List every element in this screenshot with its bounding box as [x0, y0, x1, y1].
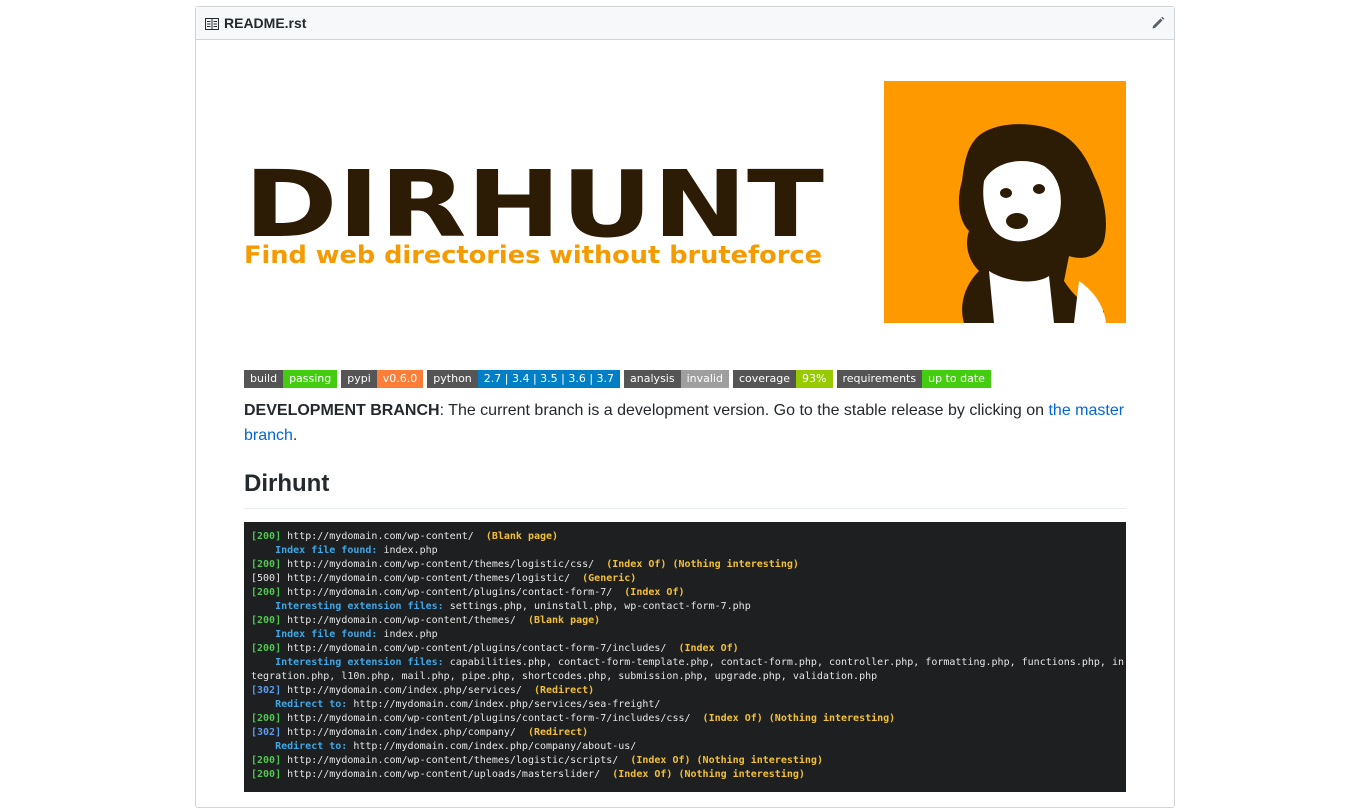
badge-pypi[interactable]: pypi v0.6.0	[341, 370, 424, 388]
terminal-line: tegration.php, l10n.php, mail.php, pipe.…	[251, 670, 1126, 684]
dev-branch-end: .	[292, 427, 298, 444]
section-heading: Dirhunt	[244, 469, 1126, 509]
terminal-segment: Index file found:	[251, 545, 384, 556]
terminal-line: [302] http://mydomain.com/index.php/serv…	[251, 684, 1126, 698]
badge-analysis[interactable]: analysis invalid	[624, 370, 729, 388]
terminal-segment: [200]	[251, 755, 282, 766]
terminal-line: Redirect to: http://mydomain.com/index.p…	[251, 740, 1126, 754]
terminal-line: [200] http://mydomain.com/wp-content/upl…	[251, 768, 1126, 782]
terminal-segment: http://mydomain.com/index.php/company/	[281, 727, 528, 738]
book-icon	[205, 17, 219, 30]
terminal-line: [200] http://mydomain.com/wp-content/plu…	[251, 642, 1126, 656]
terminal-segment: (Index Of) (Nothing interesting)	[612, 769, 805, 780]
terminal-segment: capabilities.php, contact-form-template.…	[449, 657, 1124, 668]
terminal-segment: settings.php, uninstall.php, wp-contact-…	[449, 601, 751, 612]
terminal-segment: [200]	[251, 769, 282, 780]
terminal-segment: http://mydomain.com/wp-content/plugins/c…	[281, 713, 703, 724]
terminal-segment: (Index Of) (Nothing interesting)	[702, 713, 896, 724]
terminal-segment: [200]	[251, 587, 282, 598]
terminal-segment: [200]	[251, 615, 282, 626]
terminal-segment: http://mydomain.com/index.php/services/s…	[353, 699, 661, 710]
dev-branch-notice: DEVELOPMENT BRANCH: The current branch i…	[244, 398, 1128, 448]
terminal-segment: [200]	[251, 643, 282, 654]
terminal-segment: tegration.php, l10n.php, mail.php, pipe.…	[251, 671, 878, 682]
terminal-line: [200] http://mydomain.com/wp-content/plu…	[251, 586, 1126, 600]
dirhunt-logo: DIRHUNT Find web directories without bru…	[244, 81, 1126, 323]
badge-coverage[interactable]: coverage 93%	[732, 370, 833, 388]
terminal-segment: index.php	[383, 629, 438, 640]
terminal-line: [500] http://mydomain.com/wp-content/the…	[251, 572, 1126, 586]
terminal-line: Redirect to: http://mydomain.com/index.p…	[251, 698, 1126, 712]
readme-box: README.rst DIRHUNT Find web directories …	[195, 6, 1175, 808]
terminal-segment: http://mydomain.com/wp-content/themes/lo…	[281, 755, 631, 766]
terminal-segment: http://mydomain.com/wp-content/	[281, 531, 486, 542]
file-header: README.rst	[196, 7, 1174, 40]
badge-python[interactable]: python 2.7 | 3.4 | 3.5 | 3.6 | 3.7	[427, 370, 621, 388]
terminal-segment: Interesting extension files:	[251, 601, 450, 612]
pencil-icon[interactable]	[1150, 15, 1166, 31]
terminal-segment: http://mydomain.com/wp-content/themes/lo…	[281, 573, 583, 584]
badge-build[interactable]: build passing	[244, 370, 338, 388]
terminal-segment: [302]	[251, 685, 282, 696]
dev-branch-text: : The current branch is a development ve…	[439, 402, 1049, 419]
terminal-segment: (Redirect)	[527, 727, 589, 738]
terminal-segment: (Blank page)	[527, 615, 601, 626]
terminal-segment: (Index Of)	[678, 643, 739, 654]
logo-tagline: Find web directories without bruteforce	[244, 241, 822, 269]
terminal-line: [200] http://mydomain.com/wp-content/the…	[251, 614, 1126, 628]
terminal-segment: [302]	[251, 727, 282, 738]
terminal-segment: http://mydomain.com/wp-content/plugins/c…	[281, 643, 679, 654]
dog-image	[884, 81, 1126, 323]
terminal-line: [200] http://mydomain.com/wp-content/the…	[251, 754, 1126, 768]
terminal-segment: index.php	[383, 545, 438, 556]
terminal-segment: http://mydomain.com/wp-content/themes/	[281, 615, 528, 626]
terminal-segment: [200]	[251, 559, 282, 570]
badge-row: build passing pypi v0.6.0 python 2.7 | 3.4 …	[244, 370, 991, 388]
terminal-line: Interesting extension files: capabilitie…	[251, 656, 1126, 670]
terminal-segment: [200]	[251, 531, 282, 542]
terminal-segment: http://mydomain.com/index.php/company/ab…	[353, 741, 637, 752]
terminal-segment: Interesting extension files:	[251, 657, 450, 668]
terminal-line: [200] http://mydomain.com/wp-content/plu…	[251, 712, 1126, 726]
terminal-segment: (Generic)	[582, 573, 637, 584]
terminal-segment: (Blank page)	[485, 531, 559, 542]
terminal-segment: http://mydomain.com/wp-content/plugins/c…	[281, 587, 625, 598]
file-name: README.rst	[224, 15, 307, 31]
terminal-segment: Redirect to:	[251, 699, 354, 710]
terminal-segment: (Index Of) (Nothing interesting)	[630, 755, 823, 766]
terminal-line: [200] http://mydomain.com/wp-content/the…	[251, 558, 1126, 572]
terminal-line: [200] http://mydomain.com/wp-content/ (B…	[251, 530, 1126, 544]
dev-branch-bold: DEVELOPMENT BRANCH	[244, 402, 440, 419]
terminal-segment: http://mydomain.com/wp-content/themes/lo…	[281, 559, 607, 570]
terminal-segment: [500]	[251, 573, 282, 584]
terminal-segment: http://mydomain.com/index.php/services/	[281, 685, 534, 696]
terminal-segment: [200]	[251, 713, 282, 724]
terminal-line: Index file found: index.php	[251, 628, 1126, 642]
terminal-segment: (Redirect)	[533, 685, 595, 696]
terminal-segment: http://mydomain.com/wp-content/uploads/m…	[281, 769, 613, 780]
terminal-segment: (Index Of)	[624, 587, 685, 598]
terminal-segment: Redirect to:	[251, 741, 354, 752]
terminal-segment: (Index Of) (Nothing interesting)	[606, 559, 799, 570]
terminal-segment: Index file found:	[251, 629, 384, 640]
badge-requirements[interactable]: requirements up to date	[836, 370, 991, 388]
terminal-line: Interesting extension files: settings.ph…	[251, 600, 1126, 614]
terminal-line: [302] http://mydomain.com/index.php/comp…	[251, 726, 1126, 740]
terminal-line: Index file found: index.php	[251, 544, 1126, 558]
terminal-screenshot: [200] http://mydomain.com/wp-content/ (B…	[244, 522, 1126, 792]
